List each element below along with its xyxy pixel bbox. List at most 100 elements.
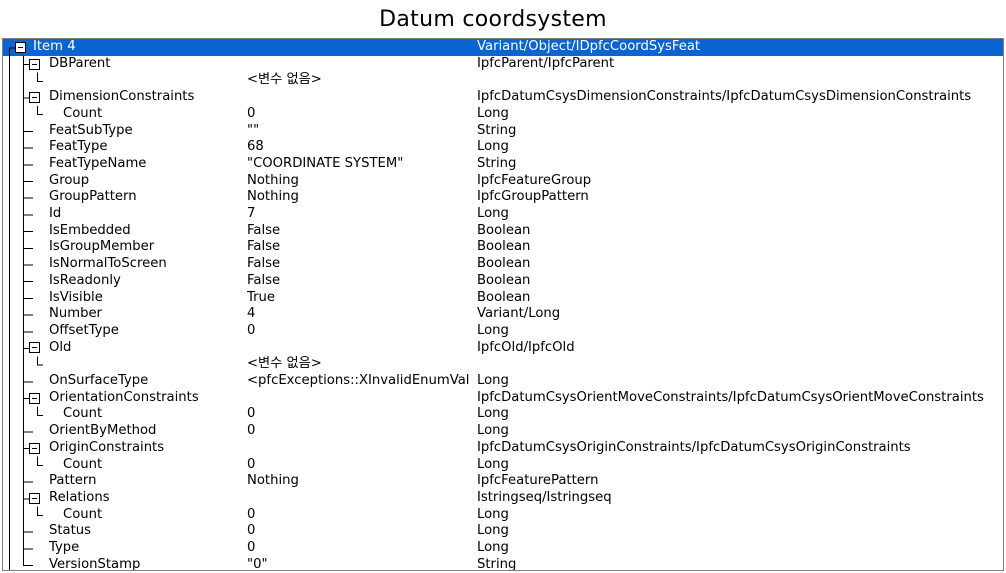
property-name: Count <box>63 456 103 472</box>
property-name: FeatType <box>49 139 108 155</box>
property-type: Variant/Object/IDpfcCoordSysFeat <box>477 39 701 54</box>
property-name: Item 4 <box>33 39 76 54</box>
tree-leaf-row[interactable]: Count 0 Long <box>3 106 1003 123</box>
property-value: False <box>247 222 281 238</box>
tree-node-row[interactable]: Old IpfcOld/IpfcOld <box>3 340 1003 357</box>
property-type: IpfcDatumCsysOriginConstraints/IpfcDatum… <box>477 439 911 455</box>
property-type: Boolean <box>477 256 531 272</box>
property-type: String <box>477 122 517 138</box>
property-type: Variant/Long <box>477 306 561 322</box>
property-value: False <box>247 272 281 288</box>
property-type: Long <box>477 139 509 155</box>
property-name: GroupPattern <box>49 189 137 205</box>
collapse-toggle-icon[interactable] <box>29 58 40 70</box>
tree-leaf-row[interactable]: Count 0 Long <box>3 406 1003 423</box>
property-value: "COORDINATE SYSTEM" <box>247 155 404 171</box>
property-value: 0 <box>247 105 256 121</box>
tree-leaf-row[interactable]: Group Nothing IpfcFeatureGroup <box>3 173 1003 190</box>
tree-node-row[interactable]: OriginConstraints IpfcDatumCsysOriginCons… <box>3 440 1003 457</box>
property-value: 0 <box>247 322 256 338</box>
tree-leaf-row[interactable]: IsGroupMember False Boolean <box>3 239 1003 256</box>
tree-leaf-row[interactable]: IsNormalToScreen False Boolean <box>3 256 1003 273</box>
property-name: Relations <box>49 489 110 505</box>
property-type: IpfcGroupPattern <box>477 189 589 205</box>
collapse-toggle-icon[interactable] <box>29 442 40 454</box>
property-value: 7 <box>247 206 256 221</box>
tree-leaf-row[interactable]: Type 0 Long <box>3 540 1003 557</box>
property-type: Long <box>477 105 509 121</box>
property-name: IsEmbedded <box>49 222 131 238</box>
collapse-toggle-icon[interactable] <box>15 41 26 53</box>
window-title: Datum coordsystem <box>379 7 607 32</box>
tree-leaf-row[interactable]: FeatSubType "" String <box>3 123 1003 140</box>
property-type: Boolean <box>477 289 531 305</box>
collapse-toggle-icon[interactable] <box>29 392 40 404</box>
tree-leaf-row[interactable]: Id 7 Long <box>3 206 1003 223</box>
collapse-toggle-icon[interactable] <box>29 342 40 354</box>
tree-leaf-row[interactable]: IsEmbedded False Boolean <box>3 223 1003 240</box>
tree-leaf-row[interactable]: IsVisible True Boolean <box>3 290 1003 307</box>
tree-root-row[interactable]: Item 4 Variant/Object/IDpfcCoordSysFeat <box>3 39 1003 56</box>
property-type: String <box>477 556 517 571</box>
property-type: Long <box>477 456 509 472</box>
tree-leaf-row[interactable]: Count 0 Long <box>3 507 1003 524</box>
property-type: Long <box>477 206 509 221</box>
property-value: "" <box>247 122 260 138</box>
property-name: IsVisible <box>49 289 103 305</box>
property-name: VersionStamp <box>49 556 141 571</box>
property-value: 0 <box>247 523 256 539</box>
tree-leaf-row[interactable]: Number 4 Variant/Long <box>3 306 1003 323</box>
property-type: Long <box>477 322 509 338</box>
property-value: Nothing <box>247 473 299 489</box>
tree-leaf-row[interactable]: FeatType 68 Long <box>3 139 1003 156</box>
property-value: Nothing <box>247 189 299 205</box>
collapse-toggle-icon[interactable] <box>29 91 40 103</box>
property-type: Long <box>477 423 509 439</box>
property-value: <변수 없음> <box>247 72 322 88</box>
tree-leaf-row[interactable]: <변수 없음> <box>3 356 1003 373</box>
property-type: Boolean <box>477 239 531 255</box>
tree-leaf-row[interactable]: Pattern Nothing IpfcFeaturePattern <box>3 473 1003 490</box>
property-value: 0 <box>247 423 256 439</box>
property-value: 0 <box>247 540 256 555</box>
property-name: Count <box>63 506 103 522</box>
tree-node-row[interactable]: DimensionConstraints IpfcDatumCsysDimensi… <box>3 89 1003 106</box>
tree-leaf-row[interactable]: GroupPattern Nothing IpfcGroupPattern <box>3 189 1003 206</box>
tree-leaf-row[interactable]: FeatTypeName "COORDINATE SYSTEM" String <box>3 156 1003 173</box>
tree-leaf-row[interactable]: IsReadonly False Boolean <box>3 273 1003 290</box>
property-type: Boolean <box>477 222 531 238</box>
property-type: Long <box>477 506 509 522</box>
property-value: Nothing <box>247 172 299 188</box>
property-name: OrientByMethod <box>49 423 157 439</box>
property-name: FeatSubType <box>49 122 133 138</box>
property-name: OnSurfaceType <box>49 373 149 388</box>
tree-leaf-row[interactable]: OffsetType 0 Long <box>3 323 1003 340</box>
property-type: IpfcFeatureGroup <box>477 172 592 188</box>
property-name: Id <box>49 206 62 221</box>
tree-node-row[interactable]: OrientationConstraints IpfcDatumCsysOrien… <box>3 390 1003 407</box>
tree-leaf-row[interactable]: Count 0 Long <box>3 457 1003 474</box>
tree-leaf-row[interactable]: OnSurfaceType <pfcExceptions::XInvalidEnu… <box>3 373 1003 390</box>
property-type: IpfcDatumCsysOrientMoveConstraints/IpfcD… <box>477 389 984 405</box>
property-name: FeatTypeName <box>49 155 147 171</box>
tree-leaf-row[interactable]: Status 0 Long <box>3 523 1003 540</box>
tree-node-row[interactable]: Relations Istringseq/Istringseq <box>3 490 1003 507</box>
property-type: Long <box>477 523 509 539</box>
property-type: IpfcFeaturePattern <box>477 473 599 489</box>
property-type: Long <box>477 540 509 555</box>
tree-leaf-row[interactable]: <변수 없음> <box>3 72 1003 89</box>
property-type: Long <box>477 406 509 422</box>
property-name: Pattern <box>49 473 97 489</box>
property-name: DimensionConstraints <box>49 89 195 105</box>
property-value: 0 <box>247 406 256 422</box>
tree-node-row[interactable]: DBParent IpfcParent/IpfcParent <box>3 56 1003 73</box>
property-value: False <box>247 256 281 272</box>
tree-leaf-row[interactable]: OrientByMethod 0 Long <box>3 423 1003 440</box>
property-value: 68 <box>247 139 264 155</box>
property-value: 0 <box>247 506 256 522</box>
property-type: IpfcParent/IpfcParent <box>477 55 615 71</box>
tree-leaf-row[interactable]: VersionStamp "0" String <box>3 556 1003 571</box>
collapse-toggle-icon[interactable] <box>29 492 40 504</box>
property-name: OrientationConstraints <box>49 389 199 405</box>
watch-tree-view[interactable]: Item 4 Variant/Object/IDpfcCoordSysFeat DB… <box>2 38 1004 571</box>
